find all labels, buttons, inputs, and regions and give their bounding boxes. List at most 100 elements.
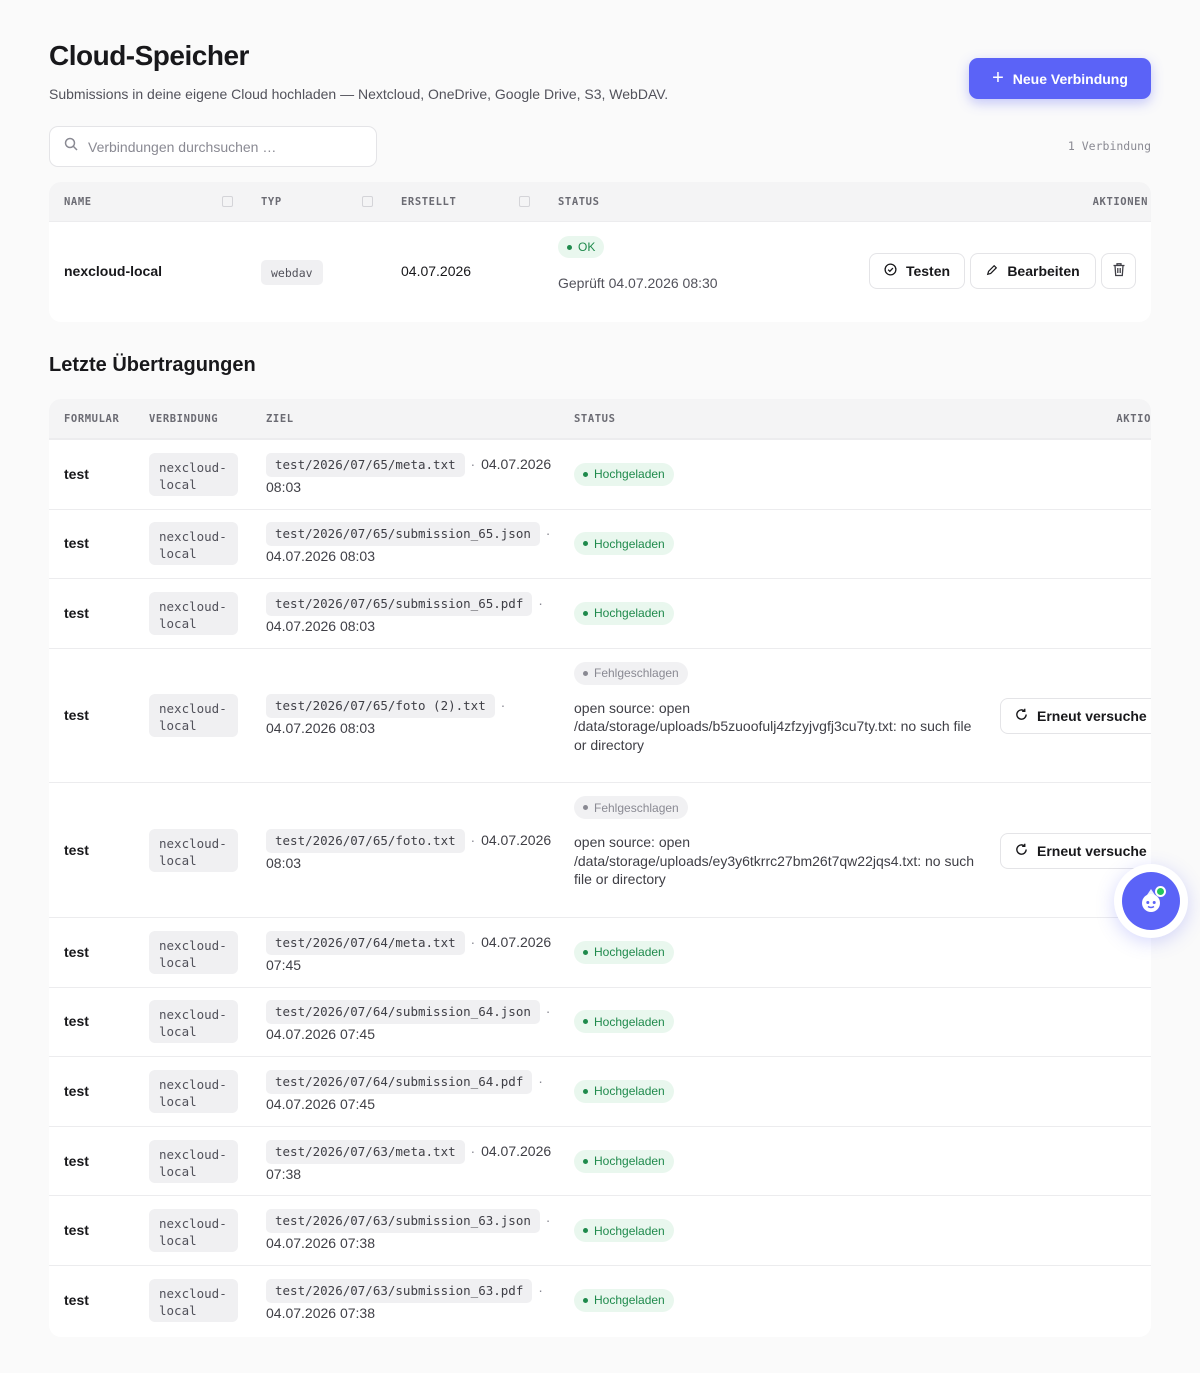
separator: · (534, 1072, 543, 1089)
transfer-connection-badge: nexcloud-local (149, 591, 238, 635)
transfer-row: test nexcloud-local test/2026/07/63/submis… (49, 1264, 1151, 1335)
trash-icon (1112, 262, 1126, 280)
status-badge: Hochgeladen (574, 601, 674, 625)
status-badge: OK (558, 236, 605, 258)
separator: · (534, 594, 543, 611)
target-path: test/2026/07/65/foto.txt (266, 828, 465, 853)
sort-name-icon[interactable] (222, 196, 233, 207)
status-dot-icon (583, 1088, 588, 1094)
test-button[interactable]: Testen (869, 253, 965, 289)
transfer-status: Hochgeladen (574, 532, 674, 556)
new-connection-button[interactable]: + Neue Verbindung (969, 58, 1151, 99)
transfer-connection-badge: nexcloud-local (149, 1069, 238, 1113)
status-label: Hochgeladen (594, 945, 665, 960)
transfer-status: Hochgeladen (574, 1149, 674, 1173)
retry-button[interactable]: Erneut versuche (1000, 832, 1151, 869)
status-badge: Hochgeladen (574, 532, 674, 556)
status-dot-icon (583, 610, 588, 616)
transfer-form: test (64, 943, 89, 960)
page-header: Cloud-Speicher Submissions in deine eige… (49, 38, 1151, 108)
transfer-status: Hochgeladen (574, 601, 674, 625)
transfer-form: test (64, 535, 89, 552)
status-dot-icon (583, 805, 588, 811)
transfer-connection-badge: nexcloud-local (149, 522, 238, 566)
col-name[interactable]: NAME (64, 196, 92, 208)
status-label: Hochgeladen (594, 1223, 665, 1238)
delete-button[interactable] (1101, 253, 1136, 289)
status-dot-icon (583, 1297, 588, 1303)
transfer-row: test nexcloud-local test/2026/07/65/submis… (49, 578, 1151, 648)
col-target: ZIEL (266, 412, 294, 425)
transfer-target: test/2026/07/64/submission_64.pdf · 04.0… (266, 1069, 556, 1115)
transfer-form: test (64, 1013, 89, 1030)
retry-label: Erneut versuche (1037, 842, 1147, 859)
status-badge: Hochgeladen (574, 1288, 674, 1312)
connection-name: nexcloud-local (64, 263, 163, 279)
status-label: Hochgeladen (594, 1014, 665, 1029)
target-time: 04.07.2026 08:03 (266, 548, 375, 565)
transfer-form: test (64, 707, 89, 724)
connections-table: NAME TYP ERSTELLT STATUS AKTIONEN nexclo… (49, 182, 1151, 322)
separator: · (496, 697, 506, 714)
separator: · (541, 525, 551, 542)
transfer-status: Fehlgeschlagen open source: open /data/st… (574, 661, 984, 755)
transfer-target: test/2026/07/65/foto (2).txt · 04.07.202… (266, 694, 556, 739)
status-dot-icon (583, 1158, 588, 1164)
transfer-form: test (64, 604, 89, 621)
transfers-table: FORMULAR VERBINDUNG ZIEL STATUS AKTIO te… (49, 399, 1151, 1337)
transfer-form: test (64, 1291, 89, 1308)
status-badge: Hochgeladen (574, 1010, 674, 1034)
transfer-row: test nexcloud-local test/2026/07/63/meta.t… (49, 1125, 1151, 1196)
transfer-connection-badge: nexcloud-local (149, 1278, 238, 1322)
col-transfer-status: STATUS (574, 412, 616, 425)
transfer-form: test (64, 1152, 89, 1169)
status-dot-icon (583, 1019, 588, 1025)
transfer-status: Hochgeladen (574, 1288, 674, 1312)
col-type[interactable]: TYP (261, 196, 282, 208)
col-form: FORMULAR (64, 412, 120, 425)
transfers-title: Letzte Übertragungen (49, 354, 256, 376)
transfer-connection-badge: nexcloud-local (149, 828, 238, 872)
col-actions: AKTIONEN (1092, 195, 1148, 208)
transfer-target: test/2026/07/63/meta.txt · 04.07.2026 07… (266, 1139, 556, 1185)
sort-created-icon[interactable] (519, 196, 530, 207)
status-dot-icon (567, 244, 572, 250)
transfer-target: test/2026/07/65/meta.txt · 04.07.2026 08… (266, 452, 556, 498)
target-path: test/2026/07/64/submission_64.json (266, 1000, 540, 1025)
status-badge: Hochgeladen (574, 1149, 674, 1173)
transfer-form: test (64, 841, 89, 858)
separator: · (466, 455, 480, 472)
separator: · (541, 1003, 551, 1020)
search-input[interactable] (88, 138, 358, 155)
assistant-button[interactable] (1114, 864, 1188, 938)
target-path: test/2026/07/65/submission_65.json (266, 522, 540, 547)
connections-table-header: NAME TYP ERSTELLT STATUS AKTIONEN (49, 182, 1151, 222)
sort-type-icon[interactable] (362, 196, 373, 207)
col-created[interactable]: ERSTELLT (401, 196, 456, 208)
retry-button[interactable]: Erneut versuche (1000, 698, 1151, 735)
edit-label: Bearbeiten (1007, 263, 1080, 279)
transfer-target: test/2026/07/65/submission_65.pdf · 04.0… (266, 591, 556, 637)
search-box[interactable] (49, 126, 377, 167)
separator: · (466, 933, 480, 950)
status-dot-icon (583, 471, 588, 477)
status-label: Hochgeladen (594, 1154, 665, 1169)
transfer-row: test nexcloud-local test/2026/07/64/submis… (49, 986, 1151, 1057)
transfer-connection-badge: nexcloud-local (149, 1000, 238, 1044)
status-label: Hochgeladen (594, 536, 665, 551)
connection-count: 1 Verbindung (1067, 139, 1151, 153)
status-label: OK (578, 240, 596, 254)
separator: · (466, 1142, 480, 1159)
target-path: test/2026/07/65/foto (2).txt (266, 694, 495, 719)
search-icon (64, 137, 78, 156)
transfer-status: Hochgeladen (574, 1219, 674, 1243)
status-dot-icon (583, 541, 588, 547)
target-path: test/2026/07/64/submission_64.pdf (266, 1069, 533, 1094)
status-dot-icon (583, 949, 588, 955)
transfer-target: test/2026/07/65/submission_65.json · 04.… (266, 522, 556, 567)
edit-button[interactable]: Bearbeiten (970, 253, 1096, 289)
separator: · (541, 1212, 551, 1229)
transfer-target: test/2026/07/64/submission_64.json · 04.… (266, 1000, 556, 1045)
target-path: test/2026/07/63/submission_63.json (266, 1209, 540, 1234)
refresh-icon (1015, 843, 1028, 859)
